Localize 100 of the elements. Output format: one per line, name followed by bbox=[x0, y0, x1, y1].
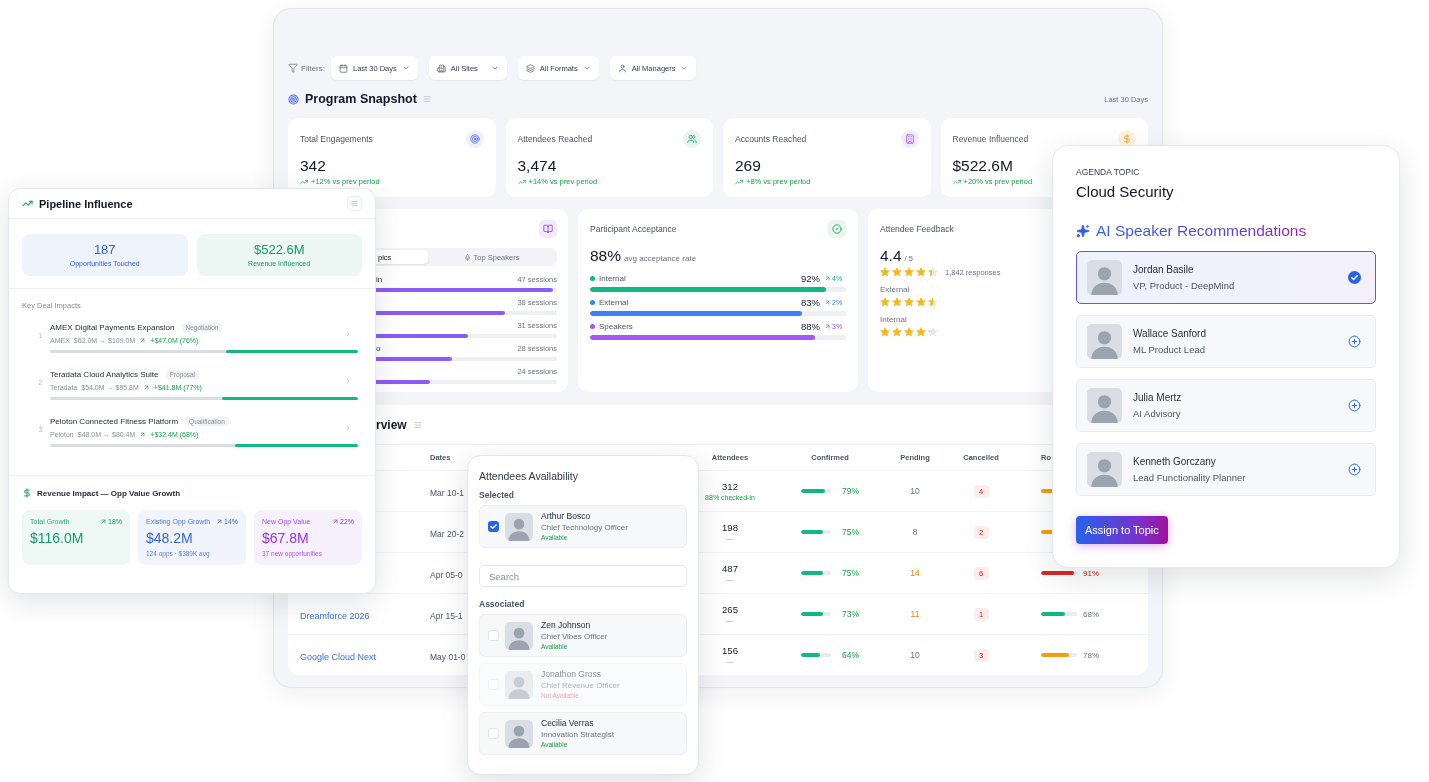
kpi-label: Total Engagements bbox=[300, 133, 373, 145]
assign-button[interactable]: Assign to Topic bbox=[1076, 516, 1168, 544]
group-label: External bbox=[599, 297, 629, 307]
arrow-up-right-icon bbox=[216, 518, 223, 525]
arrow-up-right-icon bbox=[824, 274, 831, 282]
attendee-role: Chief Vibes Officer bbox=[541, 632, 608, 642]
confirmed-percent: 75% bbox=[842, 527, 859, 537]
stat-value: $522.6M bbox=[253, 242, 305, 257]
microphone-icon bbox=[463, 253, 471, 261]
eyebrow-label: AGENDA TOPIC bbox=[1076, 167, 1140, 178]
attendee-name: Jonathon Gross bbox=[541, 669, 601, 680]
confirmed-percent: 75% bbox=[842, 568, 859, 578]
tile-value: $116.0M bbox=[30, 530, 84, 546]
attendee-name: Arthur Bosco bbox=[541, 511, 591, 522]
chevron-down-icon bbox=[490, 64, 499, 72]
kpi-value: 342 bbox=[300, 157, 326, 175]
menu-icon[interactable] bbox=[422, 95, 431, 103]
chevron-right-icon[interactable] bbox=[344, 423, 352, 432]
target-icon bbox=[288, 93, 299, 105]
plus-circle-icon[interactable] bbox=[1348, 335, 1361, 348]
card-title: Pipeline Influence bbox=[39, 197, 133, 210]
attendee-count: 265 bbox=[722, 603, 738, 615]
menu-button[interactable] bbox=[347, 196, 362, 211]
attendee-role: Chief Revenue Officer bbox=[541, 681, 620, 691]
tile-value: $48.2M bbox=[146, 530, 193, 546]
filters-label: Filters: bbox=[301, 63, 325, 73]
star-icon bbox=[904, 267, 914, 277]
arrow-up-right-icon bbox=[142, 383, 150, 391]
topic-title: Cloud Security bbox=[1076, 183, 1174, 201]
user-icon bbox=[617, 63, 627, 73]
menu-icon[interactable] bbox=[413, 421, 422, 429]
section-title: Program Snapshot bbox=[305, 91, 417, 107]
star-icon bbox=[892, 267, 902, 277]
sparkle-icon bbox=[1076, 223, 1090, 238]
person-silhouette-icon bbox=[1087, 388, 1122, 423]
pending-count: 10 bbox=[910, 486, 920, 496]
checkbox[interactable] bbox=[488, 521, 499, 532]
event-link[interactable]: Google Cloud Next bbox=[300, 652, 377, 662]
person-silhouette-icon bbox=[505, 719, 533, 748]
speaker-option[interactable]: Jordan Basile VP, Product - DeepMind bbox=[1076, 251, 1376, 304]
star-icon bbox=[916, 327, 926, 337]
kpi-label: Revenue Influenced bbox=[952, 133, 1029, 145]
section-title: Revenue Impact — Opp Value Growth bbox=[37, 488, 181, 498]
person-silhouette-icon bbox=[505, 621, 533, 650]
chevron-down-icon bbox=[401, 64, 410, 72]
star-icon bbox=[916, 267, 926, 277]
confirmed-percent: 73% bbox=[842, 609, 859, 619]
acceptance-percent: 83% bbox=[801, 296, 820, 308]
attendee-name: Cecilia Verras bbox=[541, 718, 594, 729]
tile-value: $67.8M bbox=[262, 530, 309, 546]
arrow-up-right-icon bbox=[100, 518, 107, 525]
speaker-option[interactable]: Julia Mertz AI Advisory bbox=[1076, 379, 1376, 432]
deal-title: AMEX Digital Payments Expansion bbox=[50, 323, 175, 332]
pending-count: 8 bbox=[912, 527, 918, 537]
speaker-role: VP, Product - DeepMind bbox=[1133, 280, 1235, 291]
group-heading: Associated bbox=[479, 598, 525, 610]
card-title: Participant Acceptance bbox=[590, 223, 677, 235]
deal-title: Teradata Cloud Analytics Suite bbox=[50, 370, 159, 379]
attendee-count: 312 bbox=[722, 480, 738, 492]
speaker-role: Lead Functionality Planner bbox=[1133, 472, 1246, 483]
speaker-option[interactable]: Wallace Sanford ML Product Lead bbox=[1076, 315, 1376, 368]
attendee-count: 487 bbox=[722, 562, 738, 574]
people-icon bbox=[683, 130, 701, 148]
star-icon bbox=[880, 267, 890, 277]
arrow-up-right-icon bbox=[139, 430, 147, 438]
star-icon bbox=[892, 297, 902, 307]
ratio-percent: 78% bbox=[1083, 650, 1099, 660]
person-silhouette-icon bbox=[505, 512, 533, 541]
chevron-right-icon[interactable] bbox=[344, 329, 352, 338]
group-heading: Selected bbox=[479, 489, 514, 501]
ratio-percent: 68% bbox=[1083, 609, 1099, 619]
section-title: rview bbox=[376, 418, 407, 432]
attendee-count: 156 bbox=[722, 644, 738, 656]
star-icon bbox=[880, 297, 890, 307]
chevron-down-icon bbox=[680, 64, 689, 72]
plus-circle-icon[interactable] bbox=[1348, 463, 1361, 476]
attendee-count: 198 bbox=[722, 521, 738, 533]
star-icon bbox=[916, 297, 926, 307]
speaker-name: Kenneth Gorczany bbox=[1133, 456, 1216, 468]
dollar-icon bbox=[22, 488, 32, 498]
target-icon bbox=[465, 130, 484, 148]
person-silhouette-icon bbox=[1087, 260, 1122, 295]
building-icon bbox=[436, 63, 446, 73]
topic-name: o bbox=[376, 343, 381, 353]
group-label: External bbox=[880, 285, 910, 295]
trend-up-icon bbox=[22, 198, 33, 209]
partial-star-icon bbox=[928, 327, 938, 337]
trend-up-icon bbox=[735, 177, 743, 186]
date-text: Apr 05-0 bbox=[430, 570, 463, 580]
date-text: Mar 10-1 bbox=[430, 488, 464, 498]
event-link[interactable]: Dreamforce 2026 bbox=[300, 611, 370, 621]
chevron-right-icon[interactable] bbox=[344, 376, 352, 385]
date-text: Mar 20-2 bbox=[430, 529, 464, 539]
search-field[interactable]: Search bbox=[479, 565, 687, 587]
pending-count: 11 bbox=[910, 609, 920, 619]
speaker-name: Jordan Basile bbox=[1133, 264, 1194, 276]
plus-circle-icon[interactable] bbox=[1348, 399, 1361, 412]
speaker-name: Julia Mertz bbox=[1133, 392, 1182, 404]
arrow-up-right-icon bbox=[332, 518, 339, 525]
speaker-option[interactable]: Kenneth Gorczany Lead Functionality Planner bbox=[1076, 443, 1376, 496]
